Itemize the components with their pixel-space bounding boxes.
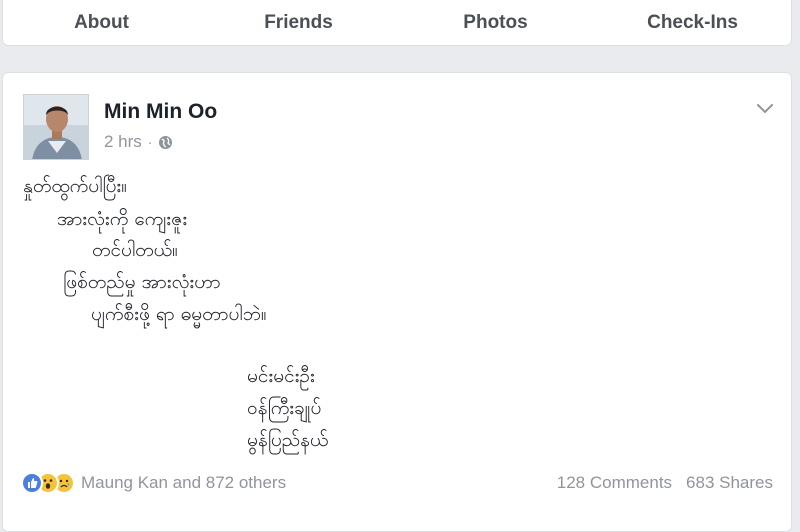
like-icon bbox=[21, 472, 43, 494]
post-text-line: ဖြစ်တည်မှု အားလုံးဟာ bbox=[63, 271, 221, 293]
tab-friends[interactable]: Friends bbox=[200, 6, 397, 34]
post-text-line: အားလုံးကို ကျေးဇူး bbox=[57, 208, 188, 230]
tab-photos[interactable]: Photos bbox=[397, 6, 594, 34]
post-text-line: တင်ပါတယ်။ bbox=[92, 239, 178, 261]
post-footer: Maung Kan and 872 others 128 Comments 68… bbox=[3, 471, 793, 501]
post-text-line: ဝန်ကြီးချုပ် bbox=[247, 397, 322, 419]
comments-count[interactable]: 128 Comments bbox=[557, 473, 672, 493]
meta-separator: · bbox=[147, 134, 153, 150]
post-text-line: နှုတ်ထွက်ပါပြီး။ bbox=[23, 175, 127, 197]
author-name[interactable]: Min Min Oo bbox=[104, 100, 217, 124]
reactions-summary[interactable]: Maung Kan and 872 others bbox=[21, 472, 286, 494]
engagement-counts: 128 Comments 683 Shares bbox=[557, 473, 773, 493]
avatar[interactable] bbox=[23, 94, 89, 160]
chevron-down-icon[interactable] bbox=[755, 101, 775, 115]
globe-icon[interactable] bbox=[158, 135, 173, 150]
tab-about[interactable]: About bbox=[3, 6, 200, 34]
reactions-text[interactable]: Maung Kan and 872 others bbox=[81, 473, 286, 493]
post-text-line: ပျက်စီးဖို့ ရာ ဓမ္မတာပါဘဲ။ bbox=[91, 303, 267, 325]
post-card: Min Min Oo 2 hrs · နှုတ်ထွက်ပါပြီး။ အားလ… bbox=[2, 72, 792, 532]
post-text-line: မွန်ပြည်နယ် bbox=[247, 429, 329, 451]
post-text-line: မင်းမင်းဦး bbox=[247, 365, 315, 387]
tab-check-ins[interactable]: Check-Ins bbox=[594, 6, 791, 34]
shares-count[interactable]: 683 Shares bbox=[686, 473, 773, 493]
profile-tabs-bar: About Friends Photos Check-Ins bbox=[2, 0, 792, 46]
post-timestamp[interactable]: 2 hrs bbox=[104, 132, 142, 152]
post-meta: 2 hrs · bbox=[104, 132, 173, 152]
